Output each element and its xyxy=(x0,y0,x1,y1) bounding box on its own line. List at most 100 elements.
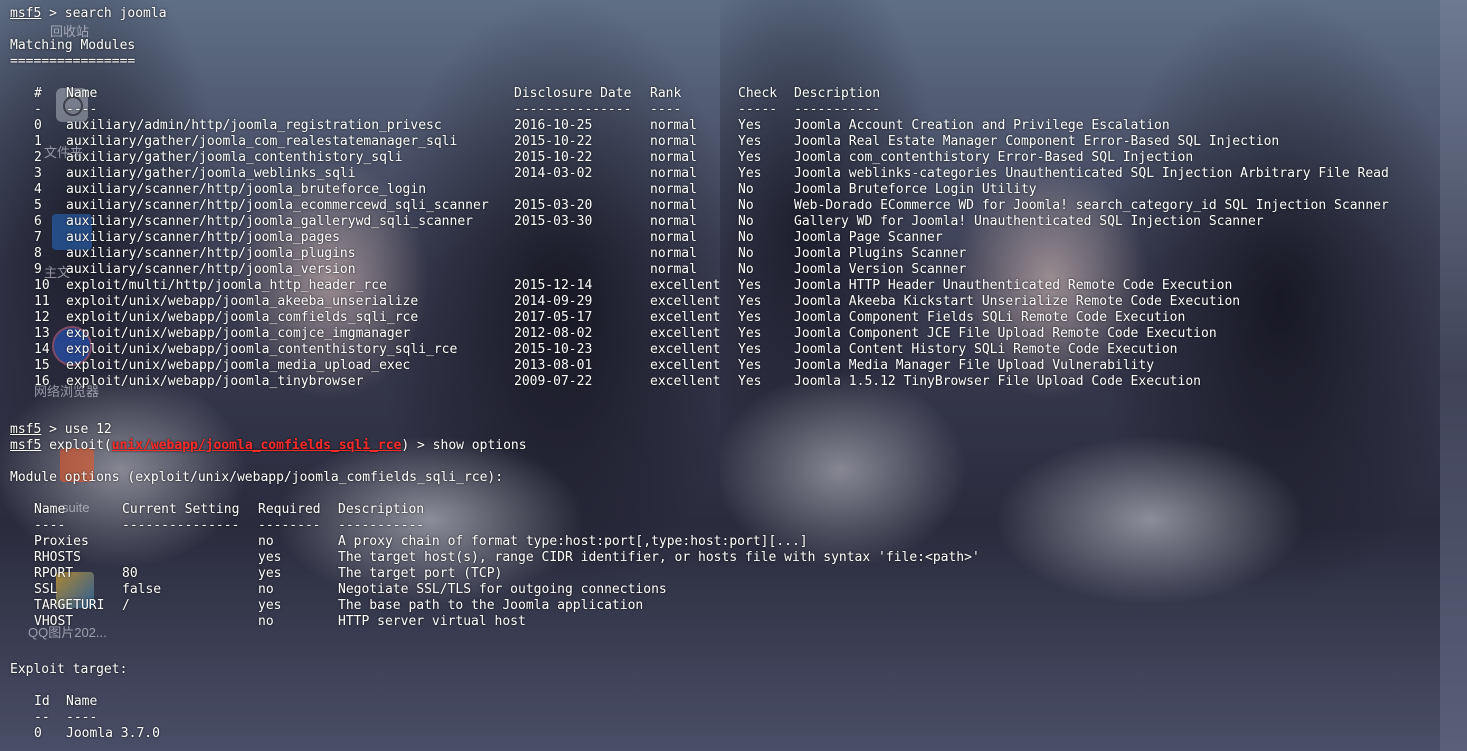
option-desc: The base path to the Joomla application xyxy=(338,598,644,613)
option-name: VHOST xyxy=(34,614,74,629)
options-table-header: Name Current Setting Required Descriptio… xyxy=(10,502,1010,518)
module-date: 2015-12-14 xyxy=(514,278,593,293)
module-name: auxiliary/gather/joomla_weblinks_sqli xyxy=(66,166,356,181)
module-row: 15 exploit/unix/webapp/joomla_media_uploa… xyxy=(10,358,1430,374)
module-date: 2014-03-02 xyxy=(514,166,593,181)
module-name: auxiliary/scanner/http/joomla_version xyxy=(66,262,356,277)
module-rank: excellent xyxy=(650,278,721,293)
module-desc: Joomla Akeeba Kickstart Unserialize Remo… xyxy=(794,294,1241,309)
target-id-header: Id xyxy=(34,694,50,709)
module-name: auxiliary/scanner/http/joomla_bruteforce… xyxy=(66,182,427,197)
option-name: SSL xyxy=(34,582,58,597)
module-name: exploit/unix/webapp/joomla_akeeba_unseri… xyxy=(66,294,419,309)
module-check: Yes xyxy=(738,294,762,309)
opt-desc-rule: ----------- xyxy=(338,518,425,533)
module-row: 12 exploit/unix/webapp/joomla_comfields_s… xyxy=(10,310,1430,326)
option-row: Proxies no A proxy chain of format type:ho… xyxy=(10,534,1010,550)
module-name: exploit/multi/http/joomla_http_header_rc… xyxy=(66,278,387,293)
module-row: 14 exploit/unix/webapp/joomla_contenthist… xyxy=(10,342,1430,358)
module-rank: normal xyxy=(650,134,697,149)
module-rank: normal xyxy=(650,150,697,165)
option-row: RHOSTS yes The target host(s), range CIDR … xyxy=(10,550,1010,566)
module-rank: excellent xyxy=(650,326,721,341)
targets-table-header: Id Name xyxy=(10,694,410,710)
module-num: 6 xyxy=(34,214,42,229)
option-desc: The target port (TCP) xyxy=(338,566,503,581)
module-desc: Joomla Component Fields SQLi Remote Code… xyxy=(794,310,1186,325)
option-name: TARGETURI xyxy=(34,598,105,613)
module-desc: Joomla weblinks-categories Unauthenticat… xyxy=(794,166,1389,181)
module-date: 2015-03-20 xyxy=(514,198,593,213)
option-desc: Negotiate SSL/TLS for outgoing connectio… xyxy=(338,582,667,597)
module-date: 2015-03-30 xyxy=(514,214,593,229)
module-check: Yes xyxy=(738,342,762,357)
module-row: 1 auxiliary/gather/joomla_com_realestatem… xyxy=(10,134,1430,150)
module-num: 12 xyxy=(34,310,50,325)
show-options-command-line: msf5 exploit(unix/webapp/joomla_comfield… xyxy=(10,438,527,454)
col-date-header: Disclosure Date xyxy=(514,86,632,101)
module-rank: normal xyxy=(650,230,697,245)
module-name: exploit/unix/webapp/joomla_tinybrowser xyxy=(66,374,364,389)
target-id: 0 xyxy=(34,726,42,741)
module-options-title: Module options (exploit/unix/webapp/joom… xyxy=(10,470,504,485)
opt-desc-header: Description xyxy=(338,502,425,517)
col-rank-header: Rank xyxy=(650,86,682,101)
module-num: 13 xyxy=(34,326,50,341)
module-num: 5 xyxy=(34,198,42,213)
module-name: auxiliary/scanner/http/joomla_pages xyxy=(66,230,340,245)
module-name: auxiliary/gather/joomla_contenthistory_s… xyxy=(66,150,403,165)
module-num: 0 xyxy=(34,118,42,133)
option-required: no xyxy=(258,582,274,597)
modules-table-header: # Name Disclosure Date Rank Check Descri… xyxy=(10,86,1430,102)
col-num-header: # xyxy=(34,86,42,101)
option-setting: 80 xyxy=(122,566,138,581)
module-num: 16 xyxy=(34,374,50,389)
option-setting: false xyxy=(122,582,162,597)
option-row: VHOST no HTTP server virtual host xyxy=(10,614,1010,630)
exploit-prefix: exploit( xyxy=(41,438,112,453)
module-row: 9 auxiliary/scanner/http/joomla_version no… xyxy=(10,262,1430,278)
module-check: Yes xyxy=(738,118,762,133)
option-name: Proxies xyxy=(34,534,89,549)
module-num: 3 xyxy=(34,166,42,181)
module-num: 10 xyxy=(34,278,50,293)
module-name: auxiliary/scanner/http/joomla_ecommercew… xyxy=(66,198,489,213)
module-date: 2015-10-22 xyxy=(514,150,593,165)
option-desc: HTTP server virtual host xyxy=(338,614,526,629)
option-required: no xyxy=(258,534,274,549)
module-rank: excellent xyxy=(650,358,721,373)
module-name: auxiliary/gather/joomla_com_realestatema… xyxy=(66,134,458,149)
module-num: 1 xyxy=(34,134,42,149)
module-name: exploit/unix/webapp/joomla_comjce_imgman… xyxy=(66,326,411,341)
col-check-header: Check xyxy=(738,86,778,101)
search-command-line: msf5 > search joomla xyxy=(10,6,167,22)
module-date: 2015-10-22 xyxy=(514,134,593,149)
module-desc: Joomla Real Estate Manager Component Err… xyxy=(794,134,1280,149)
exploit-target-title: Exploit target: xyxy=(10,662,128,677)
col-desc-header: Description xyxy=(794,86,881,101)
module-rank: normal xyxy=(650,214,697,229)
module-rank: excellent xyxy=(650,294,721,309)
module-num: 9 xyxy=(34,262,42,277)
module-num: 2 xyxy=(34,150,42,165)
module-name: exploit/unix/webapp/joomla_media_upload_… xyxy=(66,358,411,373)
module-date: 2013-08-01 xyxy=(514,358,593,373)
module-rank: normal xyxy=(650,118,697,133)
module-rank: normal xyxy=(650,166,697,181)
module-num: 4 xyxy=(34,182,42,197)
module-row: 16 exploit/unix/webapp/joomla_tinybrowser… xyxy=(10,374,1430,390)
module-check: No xyxy=(738,230,754,245)
command-text: > use 12 xyxy=(41,422,112,437)
option-desc: The target host(s), range CIDR identifie… xyxy=(338,550,980,565)
module-date: 2017-05-17 xyxy=(514,310,593,325)
col-rank-rule: ---- xyxy=(650,102,682,117)
option-required: yes xyxy=(258,566,282,581)
module-rank: normal xyxy=(650,246,697,261)
option-required: yes xyxy=(258,550,282,565)
target-id-rule: -- xyxy=(34,710,50,725)
module-rank: normal xyxy=(650,262,697,277)
module-check: Yes xyxy=(738,278,762,293)
module-desc: Joomla Bruteforce Login Utility xyxy=(794,182,1037,197)
module-num: 14 xyxy=(34,342,50,357)
module-name: auxiliary/scanner/http/joomla_plugins xyxy=(66,246,356,261)
